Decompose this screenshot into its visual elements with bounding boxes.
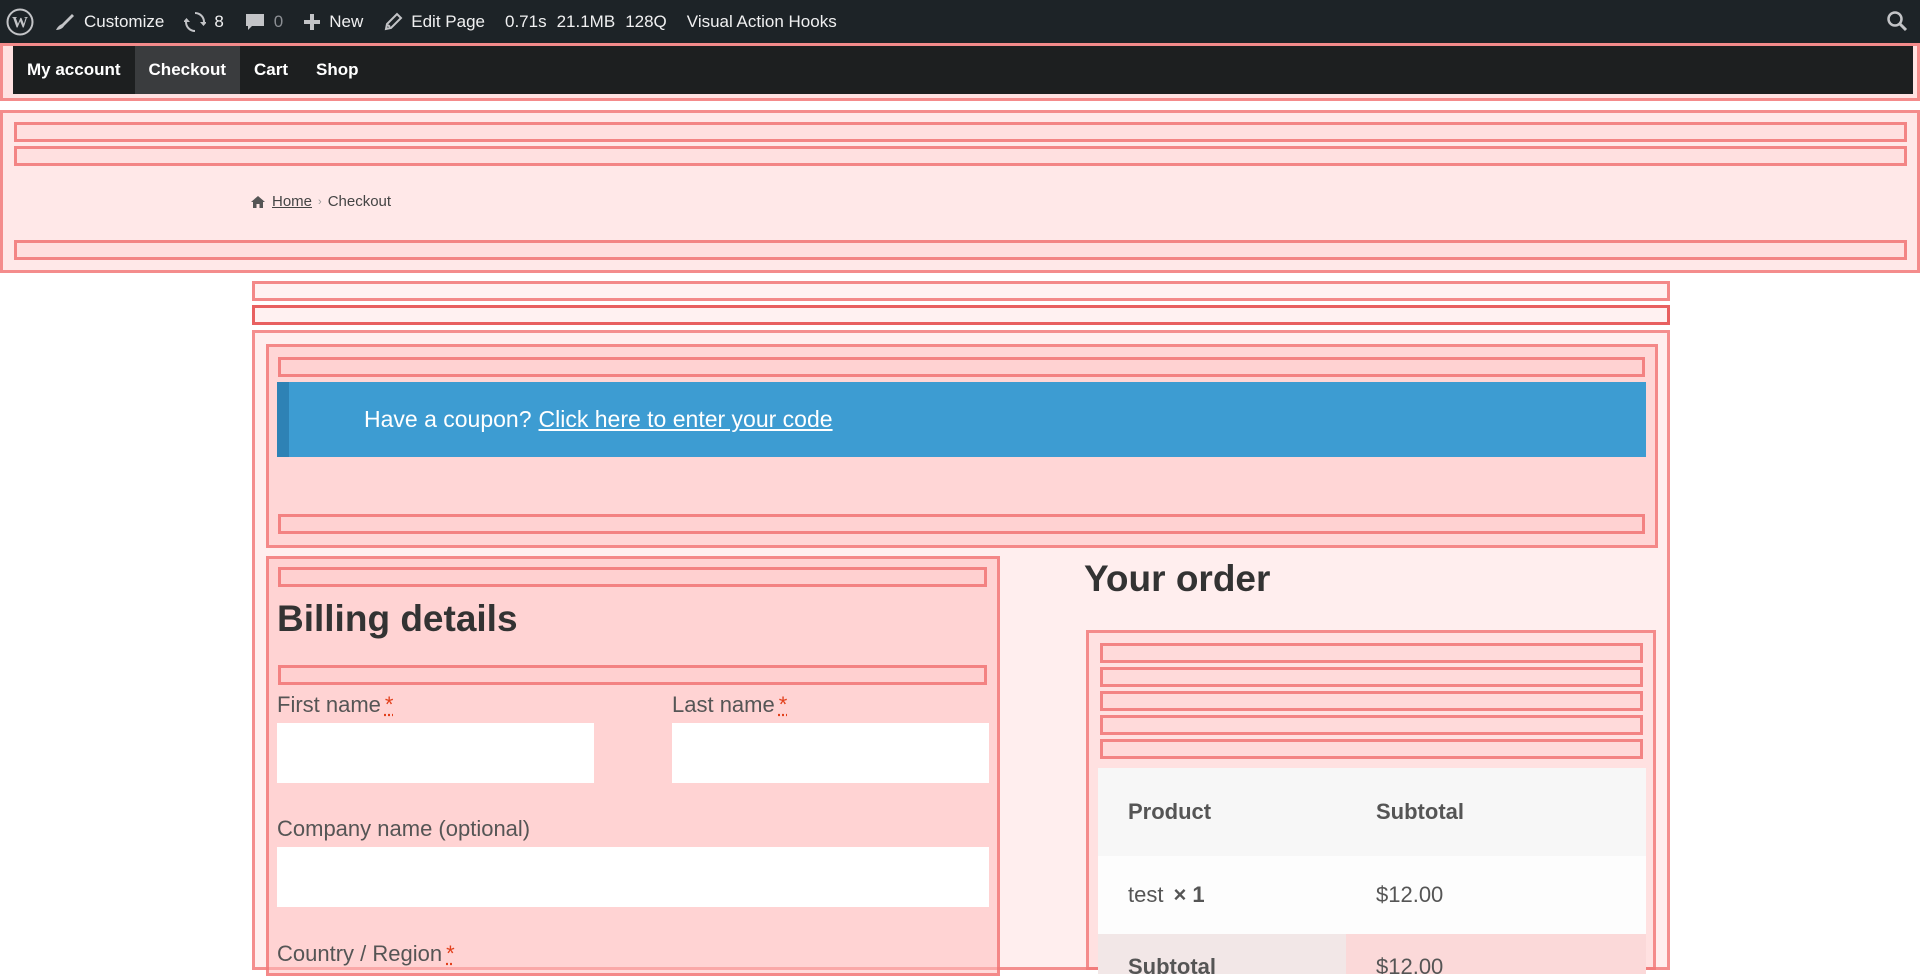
column-header-subtotal: Subtotal [1346,799,1646,825]
cart-subtotal-row: Subtotal $12.00 [1098,934,1646,974]
last-name-label: Last name * [672,692,787,718]
hook-outline [1100,643,1643,663]
first-name-label: First name * [277,692,393,718]
refresh-icon [184,11,206,33]
search-icon [1886,10,1908,32]
billing-title: Billing details [277,598,518,640]
hook-outline [278,665,987,685]
hook-outline [14,122,1907,142]
updates-count: 8 [214,12,223,32]
hook-outline [278,357,1645,377]
customize-button[interactable]: Customize [44,0,174,43]
breadcrumb: Home › Checkout [250,193,391,210]
order-table-header: Product Subtotal [1098,768,1646,856]
coupon-text: Have a coupon? [364,406,532,433]
first-name-field[interactable] [277,723,594,783]
brush-icon [54,12,76,32]
hook-outline [1100,739,1643,759]
subtotal-value: $12.00 [1346,934,1646,974]
comments-button[interactable]: 0 [234,0,293,43]
new-content-button[interactable]: New [293,0,373,43]
search-button[interactable] [1886,10,1908,37]
breadcrumb-current: Checkout [328,193,391,210]
edit-page-label: Edit Page [411,12,485,32]
home-icon [250,195,266,209]
required-mark: * [385,692,394,717]
nav-item-cart[interactable]: Cart [240,46,302,94]
required-mark: * [446,941,455,966]
perf-time: 0.71s [505,12,547,32]
hook-outline [252,281,1670,301]
order-title: Your order [1084,558,1270,600]
country-label-text: Country / Region [277,941,442,966]
visual-hooks-label: Visual Action Hooks [687,12,837,32]
hook-outline [14,146,1907,166]
hook-outline [278,567,987,587]
wordpress-icon: W [6,8,34,36]
country-label: Country / Region * [277,941,455,967]
table-row: test × 1 $12.00 [1098,856,1646,934]
breadcrumb-home-link[interactable]: Home [272,193,312,210]
last-name-field[interactable] [672,723,989,783]
column-header-product: Product [1098,799,1346,825]
wordpress-logo-button[interactable]: W [0,0,44,43]
header-hook-wrapper: My account Checkout Cart Shop [0,43,1920,101]
product-subtotal: $12.00 [1346,882,1646,908]
query-monitor-button[interactable]: 0.71s 21.1MB 128Q [495,0,677,43]
comments-count: 0 [274,12,283,32]
updates-button[interactable]: 8 [174,0,233,43]
order-table: Product Subtotal test × 1 $12.00 Subtotal… [1098,768,1646,974]
visual-hooks-button[interactable]: Visual Action Hooks [677,0,847,43]
nav-item-shop[interactable]: Shop [302,46,373,94]
first-name-label-text: First name [277,692,381,717]
admin-bar: W Customize 8 0 New Edit Page 0.71s 21.1… [0,0,1920,43]
svg-text:W: W [12,14,28,31]
last-name-label-text: Last name [672,692,775,717]
hook-outline [278,514,1645,534]
subtotal-label: Subtotal [1098,934,1346,974]
company-name-label: Company name (optional) [277,816,530,842]
hook-outline [1100,691,1643,711]
nav-item-my-account[interactable]: My account [13,46,135,94]
company-name-field[interactable] [277,847,989,907]
new-label: New [329,12,363,32]
product-name: test [1128,882,1163,907]
edit-page-button[interactable]: Edit Page [373,0,495,43]
coupon-toggle-link[interactable]: Click here to enter your code [539,406,833,433]
hook-outline [14,240,1907,260]
customize-label: Customize [84,12,164,32]
perf-memory: 21.1MB [557,12,616,32]
hook-outline [1100,715,1643,735]
product-quantity: × 1 [1173,882,1204,907]
plus-icon [303,13,321,31]
product-name-cell: test × 1 [1098,882,1346,908]
breadcrumb-separator: › [318,196,322,208]
coupon-notice: Have a coupon? Click here to enter your … [277,382,1646,457]
comment-icon [244,12,266,32]
pencil-icon [383,12,403,32]
hook-outline [252,305,1670,325]
hook-outline [1100,667,1643,687]
nav-item-checkout[interactable]: Checkout [135,46,240,94]
required-mark: * [779,692,788,717]
store-navigation: My account Checkout Cart Shop [13,46,1913,94]
perf-queries: 128Q [625,12,667,32]
